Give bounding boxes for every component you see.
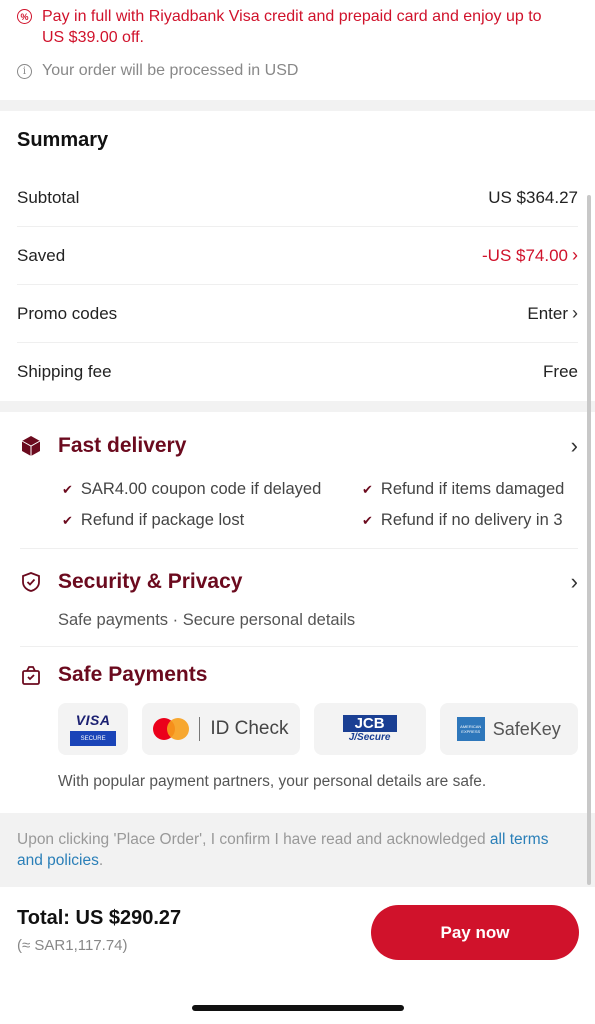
safe-payments-header: Safe Payments [20,647,578,703]
chevron-right-icon: › [570,433,578,458]
section-divider [0,100,595,111]
terms-period: . [98,852,104,869]
promo-banner: % Pay in full with Riyadbank Visa credit… [0,0,595,100]
payment-partners-note: With popular payment partners, your pers… [58,773,487,790]
check-icon: ✔ [62,482,73,497]
promo-text: Pay in full with Riyadbank Visa credit a… [42,8,542,46]
mastercard-id-check-logo: ID Check [142,703,300,755]
shipping-fee-label: Shipping fee [17,362,112,381]
saved-value: -US $74.00 [482,246,568,265]
chevron-right-icon: › [572,303,578,323]
guarantee-text: SAR4.00 coupon code if delayed [80,480,322,498]
check-icon: ✔ [62,513,73,528]
check-icon: ✔ [362,513,373,528]
bag-check-icon [20,664,42,686]
security-privacy-header[interactable]: Security & Privacy › [20,553,578,611]
package-icon [20,435,42,457]
security-privacy-title: Security & Privacy [58,570,243,593]
logo-separator [199,717,201,741]
guarantee-item: ✔ Refund if package lost [62,511,362,530]
checkout-footer: Total: US $290.27 (≈ SAR1,117.74) Pay no… [0,887,595,1024]
guarantee-text: Refund if items damaged [380,480,565,498]
pay-now-button[interactable]: Pay now [371,905,579,960]
promo-codes-enter[interactable]: Enter › [527,303,578,324]
amex-safekey-logo: AMERICAN EXPRESS SafeKey [439,703,578,755]
currency-note: Your order will be processed in USD [42,62,299,79]
scrollbar[interactable] [587,195,591,885]
safekey-label: SafeKey [492,718,561,739]
fast-delivery-title: Fast delivery [58,434,187,457]
shipping-fee-row: Shipping fee Free [17,343,578,401]
terms-text: Upon clicking 'Place Order', I confirm I… [17,831,490,848]
jcb-jsecure-logo: JCB J/Secure [313,703,426,755]
chevron-right-icon: › [572,245,578,265]
id-check-label: ID Check [210,718,289,739]
mastercard-icon [153,718,190,740]
summary-title: Summary [17,129,109,151]
saved-value-wrap[interactable]: -US $74.00 › [482,245,578,266]
visa-wordmark: VISA [75,712,111,728]
chevron-right-icon: › [570,569,578,594]
guarantee-text: Refund if package lost [80,511,245,529]
guarantee-item: ✔ Refund if no delivery in 3 [362,511,578,530]
percent-badge-icon: % [17,9,32,24]
check-icon: ✔ [362,482,373,497]
guarantee-text: Refund if no delivery in 3 [380,511,563,529]
promo-row: % Pay in full with Riyadbank Visa credit… [17,6,578,48]
guarantee-item: ✔ SAR4.00 coupon code if delayed [62,480,362,499]
enter-link: Enter [527,304,568,323]
saved-label: Saved [17,245,66,265]
visa-secure-label: SECURE [70,731,117,746]
payment-partner-logos: VISA SECURE ID Check JCB J/Secure AMERIC… [20,703,578,755]
jsecure-label: J/Secure [348,732,391,743]
promo-codes-label: Promo codes [17,303,118,323]
security-privacy-subtitle: Safe payments · Secure personal details [20,611,578,647]
amex-icon: AMERICAN EXPRESS [456,717,485,741]
section-divider [0,401,595,412]
currency-note-row: i Your order will be processed in USD [17,62,578,80]
safe-payments-title: Safe Payments [58,663,208,686]
info-icon: i [17,63,32,79]
subtotal-row: Subtotal US $364.27 [17,169,578,227]
shield-check-icon [20,571,42,593]
order-total: Total: US $290.27 [17,907,182,929]
terms-notice: Upon clicking 'Place Order', I confirm I… [0,813,595,887]
delivery-guarantees: ✔ SAR4.00 coupon code if delayed ✔ Refund … [20,480,578,549]
jcb-wordmark: JCB [342,715,397,732]
subtotal-label: Subtotal [17,187,80,207]
order-total-sar: (≈ SAR1,117.74) [17,937,128,954]
home-indicator[interactable] [192,1005,404,1011]
guarantee-item: ✔ Refund if items damaged [362,480,578,499]
saved-row[interactable]: Saved -US $74.00 › [17,227,578,285]
fast-delivery-header[interactable]: Fast delivery › [20,412,578,480]
shipping-fee-value: Free [543,362,578,381]
promo-codes-row[interactable]: Promo codes Enter › [17,285,578,343]
summary-section: Summary Subtotal US $364.27 Saved -US $7… [0,111,595,401]
fast-delivery-section: Fast delivery › ✔ SAR4.00 coupon code if … [0,412,595,791]
visa-secure-logo: VISA SECURE [58,703,129,755]
subtotal-value: US $364.27 [488,187,578,207]
